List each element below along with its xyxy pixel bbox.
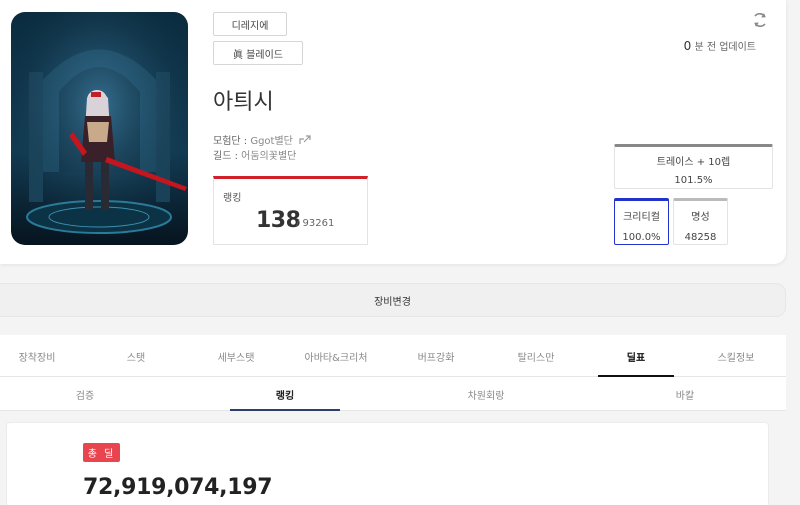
tab-label: 스탯: [126, 352, 146, 364]
update-text: 분 전 업데이트: [694, 42, 756, 53]
trace-title: 트레이스 + 10렙: [656, 157, 731, 168]
subtab-label: 차원회랑: [467, 390, 505, 402]
subtab-label: 랭킹: [275, 390, 295, 402]
refresh-icon[interactable]: [750, 10, 770, 30]
tab-stats[interactable]: 스탯: [86, 335, 186, 377]
trace-stat-box: 트레이스 + 10렙 101.5%: [614, 144, 773, 189]
subtab-verify[interactable]: 검증: [30, 377, 140, 411]
tab-label: 장착장비: [18, 352, 56, 364]
tab-label: 아바타&크리처: [304, 352, 368, 364]
job-tag: 眞 블레이드: [213, 41, 303, 65]
tab-equipment[interactable]: 장착장비: [0, 335, 87, 377]
server-tag: 디레지에: [213, 12, 287, 36]
share-icon[interactable]: [299, 135, 311, 145]
ranking-value: 138: [256, 208, 301, 233]
critical-title: 크리티컬: [623, 212, 660, 223]
tab-label: 딜표: [626, 352, 646, 364]
tab-label: 버프강화: [417, 352, 455, 364]
ranking-total: / 93261: [296, 218, 335, 229]
character-card: 디레지에 眞 블레이드 아틔시 모험단 : Ggot별단 길드 : 어둠의꽃별단…: [0, 0, 786, 264]
total-damage-value: 72,919,074,197: [83, 475, 273, 500]
fame-value: 48258: [684, 232, 717, 243]
tab-talisman[interactable]: 탈리스만: [486, 335, 586, 377]
critical-value: 100.0%: [622, 232, 661, 243]
subtab-label: 바칼: [675, 390, 695, 402]
sub-tabs: 검증 랭킹 차원회랑 바칼: [0, 377, 786, 411]
tab-damage[interactable]: 딜표: [586, 335, 686, 377]
total-damage-panel: 총 딜 72,919,074,197: [6, 422, 769, 505]
total-damage-badge: 총 딜: [83, 443, 120, 462]
adventure-label: 모험단 :: [213, 136, 251, 147]
equip-change-label: 장비변경: [374, 296, 411, 308]
tab-label: 스킬정보: [717, 352, 755, 364]
update-count: 0: [683, 39, 692, 53]
ranking-label: 랭킹: [223, 193, 242, 204]
tab-skill-info[interactable]: 스킬정보: [686, 335, 786, 377]
subtab-label: 검증: [75, 390, 95, 402]
ranking-box: 랭킹 138 / 93261: [213, 176, 368, 245]
guild-name: 어둠의꽃별단: [241, 151, 297, 162]
character-portrait: [11, 12, 188, 245]
trace-value: 101.5%: [674, 175, 713, 186]
adventure-line: 모험단 : Ggot별단: [213, 132, 311, 147]
subtab-ranking[interactable]: 랭킹: [230, 377, 340, 411]
guild-label: 길드 :: [213, 151, 242, 162]
update-status: 0 분 전 업데이트: [684, 38, 756, 53]
subtab-bakal[interactable]: 바칼: [630, 377, 740, 411]
character-name: 아틔시: [213, 90, 274, 115]
job-name: 眞 블레이드: [233, 49, 283, 61]
tab-detail-stats[interactable]: 세부스탯: [186, 335, 286, 377]
fame-title: 명성: [691, 212, 710, 223]
guild-line: 길드 : 어둠의꽃별단: [213, 147, 296, 162]
tab-avatar-creature[interactable]: 아바타&크리처: [286, 335, 386, 377]
critical-stat-box: 크리티컬 100.0%: [614, 198, 669, 245]
tab-label: 세부스탯: [217, 352, 255, 364]
equip-change-button[interactable]: 장비변경: [0, 283, 786, 317]
server-name: 디레지에: [231, 20, 269, 32]
main-tabs: 장착장비 스탯 세부스탯 아바타&크리처 버프강화 탈리스만 딜표 스킬정보: [0, 335, 786, 377]
tab-label: 탈리스만: [517, 352, 555, 364]
subtab-dimension[interactable]: 차원회랑: [431, 377, 541, 411]
tab-buff[interactable]: 버프강화: [386, 335, 486, 377]
adventure-name[interactable]: Ggot별단: [250, 136, 293, 147]
fame-stat-box: 명성 48258: [673, 198, 728, 245]
character-illustration: [11, 12, 188, 245]
